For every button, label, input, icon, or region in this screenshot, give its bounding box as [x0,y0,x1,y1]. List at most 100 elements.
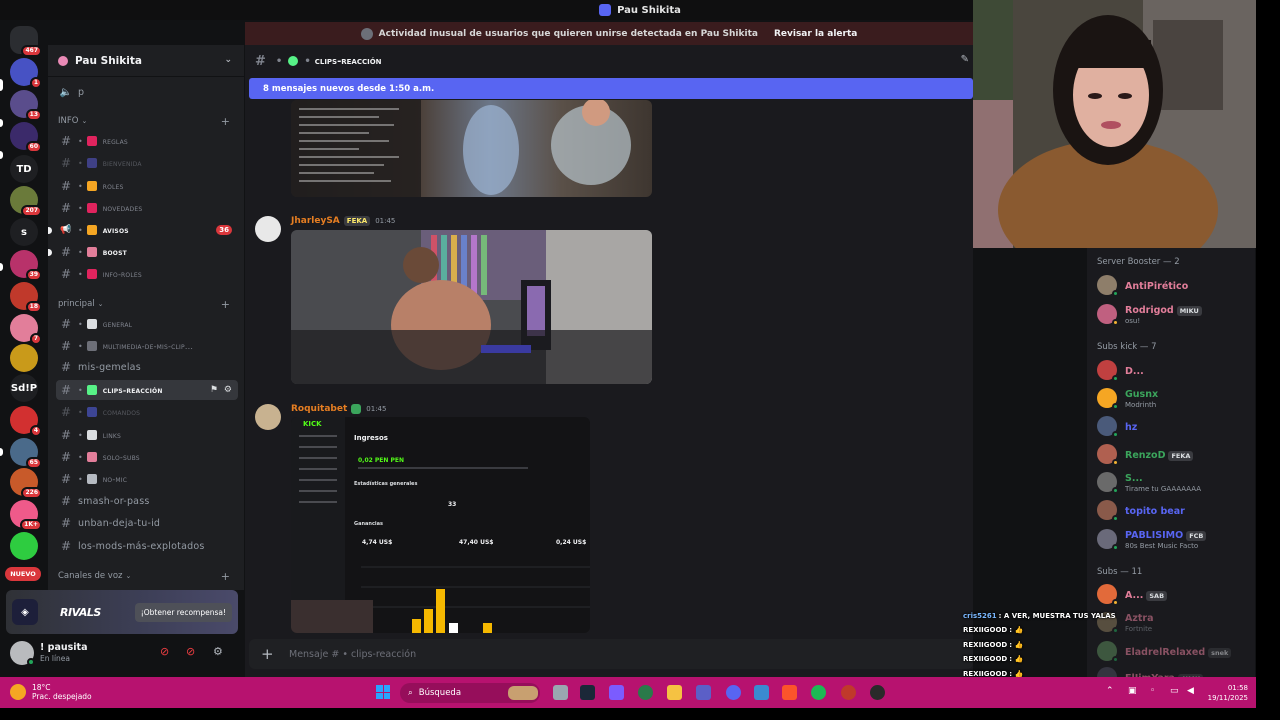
kick-dashboard-screenshot[interactable]: KICK Ingresos 0,02 PEN PEN Estadísticas … [291,417,590,633]
server-icon[interactable]: Sd!P [10,374,38,402]
chevron-up-icon[interactable]: ⌃ [1106,686,1114,696]
server-icon[interactable]: 65 [10,438,42,469]
clock[interactable]: 01:58 19/11/2025 [1208,683,1248,703]
member-item[interactable]: AntiPirético [1097,272,1252,298]
channel-settings-icon[interactable]: ⚙ [224,385,232,395]
app-icon[interactable] [870,685,885,700]
avatar[interactable] [255,216,281,242]
avatar[interactable] [255,404,281,430]
channel-label: reglas [102,136,128,146]
file-explorer-icon[interactable] [553,685,568,700]
channel-item[interactable]: # • roles [56,176,238,196]
promo-banner[interactable]: ◈ RIVALS ¡Obtener recompensa! [6,590,238,634]
app-icon[interactable] [638,685,653,700]
spotify-icon[interactable] [811,685,826,700]
server-icon[interactable]: 4 [10,406,42,437]
channel-item[interactable]: # • multimedia-de-mis-clip... [56,336,238,356]
folder-icon[interactable] [667,685,682,700]
hash-icon: # [60,317,72,331]
taskbar-search[interactable]: ⌕ Búsqueda [400,683,540,703]
member-item[interactable]: Rodrigod MIKU osu! [1097,301,1252,327]
member-item[interactable]: A... SAB [1097,581,1252,607]
server-icon[interactable]: s [10,218,38,246]
member-item[interactable]: D... [1097,357,1252,383]
server-icon[interactable]: 207 [10,186,42,217]
server-icon[interactable]: TD [10,155,38,183]
claim-reward-button[interactable]: ¡Obtener recompensa! [134,602,232,622]
channel-item[interactable]: # • solo-subs [56,447,238,467]
member-item[interactable]: hz [1097,413,1252,439]
category-info[interactable]: INFO ⌄ + [58,115,234,128]
teams-icon[interactable] [696,685,711,700]
server-icon[interactable]: 39 [10,250,42,281]
pin-icon[interactable]: ✎ [961,54,969,65]
invite-icon[interactable]: ⚑ [210,385,218,395]
server-icon[interactable]: 13 [10,90,42,121]
clip-thumbnail[interactable] [291,100,652,197]
member-item[interactable]: topito bear [1097,497,1252,523]
creeper-icon[interactable] [10,532,38,560]
channel-item[interactable]: # mis-gemelas [56,357,238,377]
channel-item[interactable]: # unban-deja-tu-id [56,513,238,533]
volume-icon[interactable]: ◀ [1187,686,1194,696]
headphones-deafened-icon[interactable]: ⊘ [186,645,195,658]
server-icon[interactable]: 226 [10,468,42,499]
server-icon[interactable]: 60 [10,122,42,153]
chevron-down-icon[interactable]: ⌄ [224,55,232,65]
server-icon[interactable]: 1 [10,58,42,89]
category-voz[interactable]: Canales de voz ⌄ + [58,570,234,583]
server-icon[interactable]: 18 [10,282,42,313]
obs-icon[interactable] [754,685,769,700]
channel-item[interactable]: # • novedades [56,198,238,218]
review-alert-link[interactable]: Revisar la alerta [774,29,857,39]
avatar [1097,275,1119,297]
clip-thumbnail[interactable] [291,230,652,384]
add-channel-icon[interactable]: + [221,115,230,128]
channel-item[interactable]: # • clips-reacción ⚙ ⚑ [56,380,238,400]
member-item[interactable]: PABLISIMO FCB 80s Best Music Facto [1097,526,1252,552]
channel-item[interactable]: # • boost [48,242,238,262]
weather-widget[interactable]: 18°C Prac. despejado [10,683,92,701]
message-composer[interactable]: + Mensaje # • clips-reacción [249,639,973,669]
windows-start-icon[interactable] [376,685,390,699]
server-icon[interactable]: 1K+ [10,500,42,531]
discord-icon[interactable] [726,685,741,700]
channel-item[interactable]: # • comandos [56,402,238,422]
channel-item[interactable]: # • reglas [56,131,238,151]
tray-app-icon[interactable]: ▣ [1128,686,1137,696]
online-status-dot [1112,459,1119,466]
member-item[interactable]: Gusnx Modrinth [1097,385,1252,411]
network-icon[interactable]: ▭ [1170,686,1179,696]
channel-item[interactable]: # • bienvenida [56,153,238,173]
microphone-icon[interactable]: ◦ [1150,686,1155,696]
mic-muted-icon[interactable]: ⊘ [160,645,169,658]
message-author[interactable]: Roquitabet [291,404,347,414]
brave-icon[interactable] [782,685,797,700]
member-item[interactable]: S... Tirame tu GAAAAAAA [1097,469,1252,495]
server-icon[interactable]: 7 [10,314,42,345]
discord-home-icon[interactable]: 467 [10,26,42,57]
add-attachment-icon[interactable]: + [261,647,275,662]
gear-icon[interactable]: ⚙ [213,645,223,658]
add-channel-icon[interactable]: + [221,570,230,583]
crown-icon[interactable] [10,344,38,372]
add-channel-icon[interactable]: + [221,298,230,311]
channel-item[interactable]: # • no-mic [56,469,238,489]
channel-item[interactable]: # • links [56,425,238,445]
member-item[interactable]: RenzoD FEKA [1097,441,1252,467]
steam-icon[interactable] [580,685,595,700]
message-author[interactable]: JharleySA [291,216,340,226]
channel-item[interactable]: # smash-or-pass [56,491,238,511]
channel-item[interactable]: # • info-roles [56,264,238,284]
new-server-badge[interactable]: NUEVO [5,567,41,581]
app-icon[interactable] [841,685,856,700]
voice-channel-p[interactable]: 🔈 p [56,82,238,102]
guild-header[interactable]: Pau Shikita ⌄ [48,45,244,77]
copilot-icon[interactable] [609,685,624,700]
category-principal[interactable]: principal ⌄ + [58,298,234,311]
channel-item[interactable]: # los-mods-más-explotados [56,536,238,556]
new-messages-bar[interactable]: 8 mensajes nuevos desde 1:50 a.m. [249,78,973,99]
channel-item[interactable]: 📢 • avisos 36 [48,220,238,240]
channel-item[interactable]: # • general [56,314,238,334]
avatar[interactable] [10,641,35,666]
